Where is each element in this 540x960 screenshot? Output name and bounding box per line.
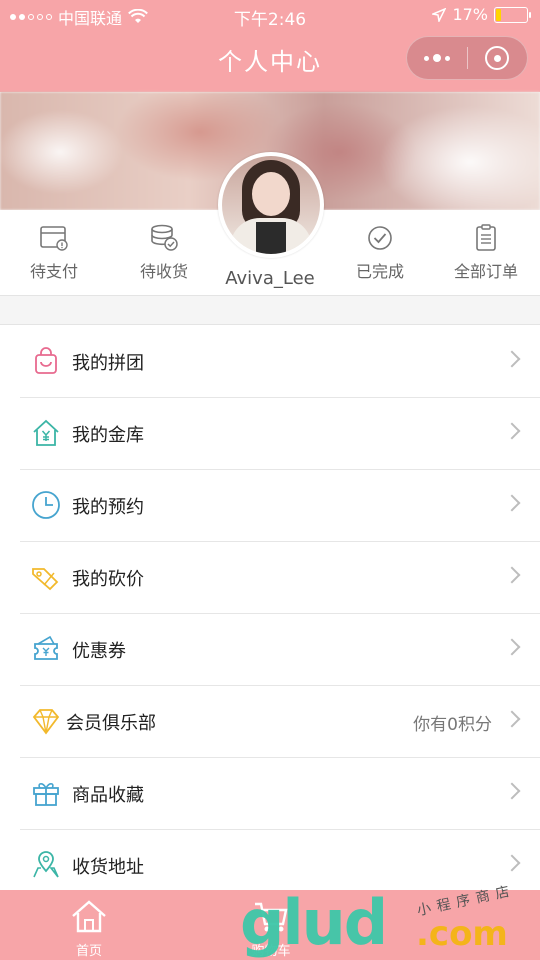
chevron-right-icon <box>503 422 521 440</box>
battery-percent: 17% <box>452 5 488 24</box>
menu-label: 商品收藏 <box>72 785 144 806</box>
menu-label: 我的拼团 <box>72 353 144 374</box>
order-label: 待支付 <box>29 262 78 281</box>
mini-program-capsule <box>406 36 528 80</box>
menu-list: 我的拼团 我的金库 我的预约 我的砍价 优惠券 会员俱乐部 你有0积分 商品收藏… <box>0 324 540 901</box>
menu-label: 收货地址 <box>72 857 144 878</box>
close-mini-program-button[interactable] <box>467 36 527 80</box>
order-pending-payment[interactable]: 待支付 <box>4 224 104 282</box>
avatar-face <box>252 172 290 216</box>
shopping-bag-icon <box>35 347 57 374</box>
cart-icon <box>255 902 288 932</box>
username: Aviva_Lee <box>225 268 315 289</box>
menu-item-group-buy[interactable]: 我的拼团 <box>0 325 540 397</box>
menu-item-vault[interactable]: 我的金库 <box>0 397 540 469</box>
menu-item-coupons[interactable]: 优惠券 <box>0 613 540 685</box>
menu-label: 优惠券 <box>72 641 126 662</box>
clock-icon <box>32 491 60 519</box>
wallet-icon <box>40 226 68 251</box>
more-dots-icon <box>423 54 450 62</box>
diamond-icon <box>32 709 60 735</box>
bottom-tab-bar: 首页 购物车 <box>0 890 540 960</box>
tab-label: 购物车 <box>251 944 291 959</box>
tab-cart[interactable]: 购物车 <box>226 898 316 959</box>
coupon-icon <box>34 635 58 660</box>
avatar-photo <box>222 156 320 254</box>
chevron-right-icon <box>503 494 521 512</box>
tab-home[interactable]: 首页 <box>44 898 134 959</box>
battery-fill <box>496 8 502 21</box>
status-right: 17% <box>432 5 531 24</box>
avatar-dress <box>256 222 286 254</box>
menu-label: 我的预约 <box>72 497 144 518</box>
order-all[interactable]: 全部订单 <box>436 224 536 282</box>
price-tag-icon <box>32 568 59 591</box>
chevron-right-icon <box>503 566 521 584</box>
chevron-right-icon <box>503 638 521 656</box>
menu-label: 会员俱乐部 <box>66 713 156 734</box>
chevron-right-icon <box>503 782 521 800</box>
location-arrow-icon <box>432 7 447 22</box>
chevron-right-icon <box>503 854 521 872</box>
points-balance: 你有0积分 <box>413 715 492 735</box>
chevron-right-icon <box>503 710 521 728</box>
avatar[interactable] <box>218 152 324 258</box>
target-circle-icon <box>485 46 510 70</box>
location-pin-icon <box>33 851 59 878</box>
menu-item-favorites[interactable]: 商品收藏 <box>0 757 540 829</box>
status-bar: 中国联通 下午2:46 17% <box>0 0 540 30</box>
header: 中国联通 下午2:46 17% 个人中心 <box>0 0 540 92</box>
menu-item-member-club[interactable]: 会员俱乐部 你有0积分 <box>0 685 540 757</box>
house-yen-icon <box>33 419 59 446</box>
more-button[interactable] <box>407 36 467 80</box>
chevron-right-icon <box>503 350 521 368</box>
gift-icon <box>33 783 59 806</box>
menu-label: 我的金库 <box>72 425 144 446</box>
menu-label: 我的砍价 <box>72 569 144 590</box>
check-circle-icon <box>368 226 392 250</box>
menu-item-bargain[interactable]: 我的砍价 <box>0 541 540 613</box>
home-icon <box>72 900 106 933</box>
battery-icon <box>494 6 531 23</box>
clipboard-icon <box>476 224 496 251</box>
menu-item-reservations[interactable]: 我的预约 <box>0 469 540 541</box>
order-label: 全部订单 <box>453 262 518 281</box>
coins-check-icon <box>151 224 178 251</box>
tab-label: 首页 <box>75 944 102 959</box>
